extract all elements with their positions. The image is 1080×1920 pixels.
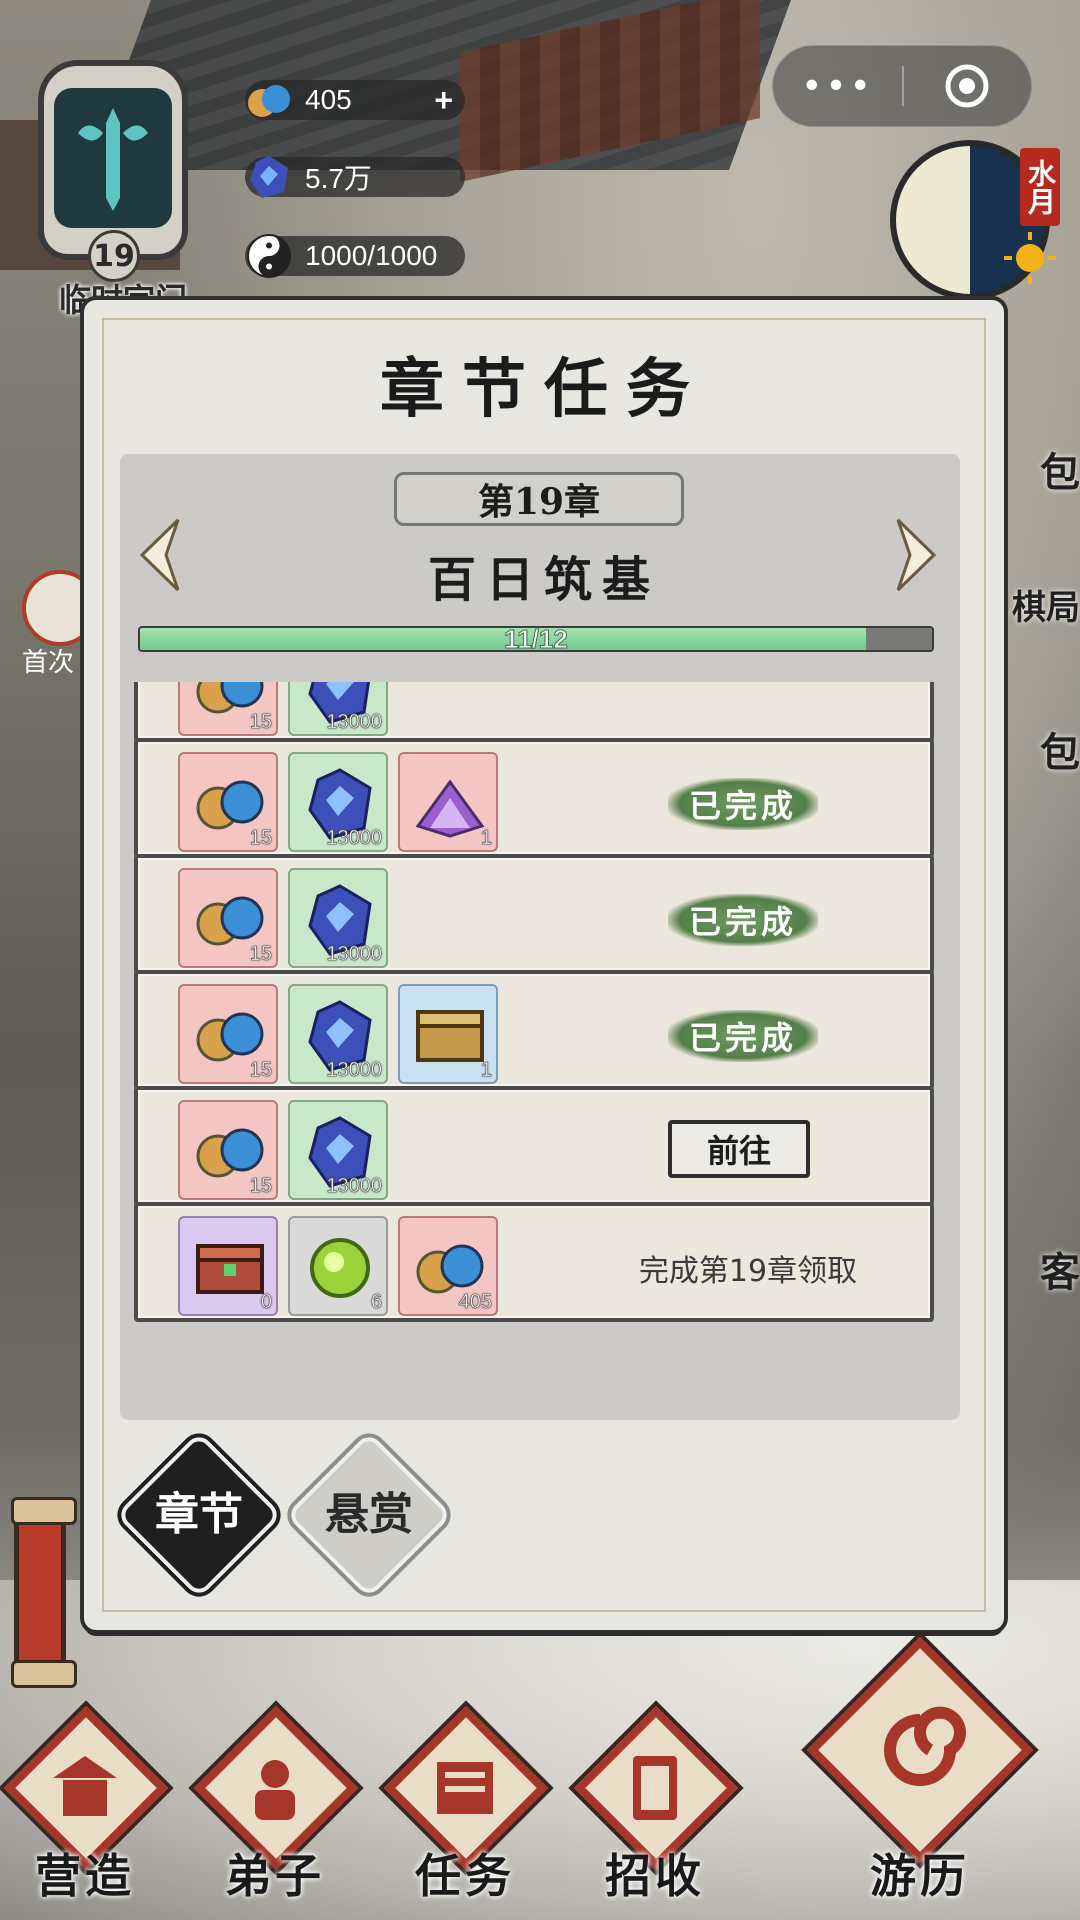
panel-title: 章节任务 <box>380 352 708 427</box>
reward-quantity: 13000 <box>326 943 382 966</box>
task-row: 15 13000 <box>134 682 934 742</box>
task-row: 15 13000 已完成 <box>134 854 934 974</box>
stone-resource: 5.7万 <box>245 156 465 198</box>
close-button[interactable] <box>904 63 1031 109</box>
chapter-name: 百日筑基 <box>427 552 660 608</box>
nav-tasks[interactable]: 任务 <box>380 1705 550 1910</box>
reward-quantity: 1 <box>480 1059 493 1082</box>
task-row: 0 6 405 完成第19章领取 <box>134 1202 934 1322</box>
task-row: 15 13000 1 已完成 <box>134 970 934 1090</box>
reward-item[interactable]: 13000 <box>288 1100 388 1200</box>
final-reward-condition: 完成第19章领取 <box>638 1254 858 1289</box>
reward-quantity: 1 <box>480 827 493 850</box>
reward-quantity: 13000 <box>326 827 382 850</box>
green-orb-icon <box>310 1238 370 1298</box>
tab-bounty-label: 悬赏 <box>325 1489 413 1540</box>
chapter-task-panel: 章节任务 第19章 百日筑基 11/12 15 13000 15 13000 1 已完成 1… <box>84 300 1004 1630</box>
reward-quantity: 15 <box>249 1059 272 1082</box>
swirl-travel-icon <box>884 1706 966 1786</box>
side-chess-button[interactable]: 棋局 <box>1012 580 1080 629</box>
reward-item[interactable]: 0 <box>178 1216 278 1316</box>
completed-badge: 已完成 <box>668 1010 818 1062</box>
go-button[interactable]: 前往 <box>668 1120 810 1178</box>
nav-build-label: 营造 <box>35 1849 135 1903</box>
nav-recruit-label: 招收 <box>605 1849 705 1903</box>
reward-quantity: 15 <box>249 711 272 734</box>
reward-item[interactable]: 13000 <box>288 682 388 736</box>
calendar-label: 水月 <box>1020 148 1060 226</box>
tab-chapter-label: 章节 <box>155 1489 243 1540</box>
reward-item[interactable]: 1 <box>398 984 498 1084</box>
reward-item[interactable]: 405 <box>398 1216 498 1316</box>
nav-travel-label: 游历 <box>870 1849 970 1903</box>
task-row: 15 13000 1 已完成 <box>134 738 934 858</box>
nav-disciples[interactable]: 弟子 <box>190 1705 360 1910</box>
spirit-stone-icon <box>239 147 299 207</box>
side-bag-button[interactable]: 包 <box>1040 440 1080 498</box>
completed-badge: 已完成 <box>668 778 818 830</box>
spirit-swirl-icon <box>239 70 299 130</box>
reward-quantity: 6 <box>370 1291 383 1314</box>
taiji-resource: 1000/1000 <box>245 234 465 278</box>
reward-quantity: 15 <box>249 943 272 966</box>
reward-item[interactable]: 15 <box>178 984 278 1084</box>
chapter-number: 第19章 <box>394 472 684 526</box>
sect-badge[interactable]: 19 临时宗门 <box>28 30 193 319</box>
taiji-value: 1000/1000 <box>305 240 438 271</box>
nav-disciples-label: 弟子 <box>225 1849 325 1903</box>
target-close-icon <box>945 64 989 108</box>
chapter-progress-bar: 11/12 <box>138 626 934 652</box>
sun-icon <box>1004 232 1056 284</box>
gift-box-icon <box>196 1244 264 1294</box>
completed-badge: 已完成 <box>668 894 818 946</box>
more-dots-icon: ••• <box>801 65 874 107</box>
task-list[interactable]: 15 13000 15 13000 1 已完成 15 13000 已完成 15 13000 1 已完成 1… <box>134 682 934 1390</box>
nav-travel[interactable]: 游历 <box>800 1636 1040 1920</box>
scroll-icon[interactable] <box>11 1497 77 1688</box>
add-spirit-button[interactable]: + <box>434 82 453 119</box>
reward-item[interactable]: 15 <box>178 752 278 852</box>
more-options-button[interactable]: ••• <box>773 66 902 107</box>
pavilion-icon <box>53 1756 117 1816</box>
reward-quantity: 15 <box>249 827 272 850</box>
reward-item[interactable]: 6 <box>288 1216 388 1316</box>
reward-quantity: 0 <box>260 1291 273 1314</box>
nav-tasks-label: 任务 <box>415 1849 515 1903</box>
stone-value: 5.7万 <box>305 163 372 194</box>
crystal-pyramid-icon <box>415 779 485 838</box>
nav-build[interactable]: 营造 <box>0 1705 170 1910</box>
reward-quantity: 13000 <box>326 1175 382 1198</box>
treasure-chest-icon <box>416 1010 484 1062</box>
reward-item[interactable]: 13000 <box>288 752 388 852</box>
reward-quantity: 15 <box>249 1175 272 1198</box>
mini-program-capsule: ••• <box>772 45 1032 127</box>
disciple-icon <box>255 1760 295 1820</box>
reward-item[interactable]: 15 <box>178 868 278 968</box>
nav-recruit[interactable]: 招收 <box>570 1705 740 1910</box>
side-guest-button[interactable]: 客 <box>1040 1240 1080 1298</box>
invitation-card-icon <box>633 1756 677 1820</box>
reward-item[interactable]: 13000 <box>288 984 388 1084</box>
sword-emblem-icon <box>54 88 172 228</box>
reward-quantity: 13000 <box>326 1059 382 1082</box>
task-row: 15 13000 前往 <box>134 1086 934 1206</box>
reward-item[interactable]: 15 <box>178 682 278 736</box>
spirit-resource: 405 + <box>245 80 465 120</box>
reward-item[interactable]: 15 <box>178 1100 278 1200</box>
taiji-icon <box>239 226 299 286</box>
side-gift-button[interactable]: 包 <box>1040 720 1080 778</box>
spirit-value: 405 <box>305 84 352 115</box>
reward-quantity: 13000 <box>326 711 382 734</box>
progress-text: 11/12 <box>504 626 569 652</box>
reward-item[interactable]: 13000 <box>288 868 388 968</box>
reward-item[interactable]: 1 <box>398 752 498 852</box>
reward-quantity: 405 <box>458 1291 492 1314</box>
scroll-task-icon <box>437 1762 493 1814</box>
